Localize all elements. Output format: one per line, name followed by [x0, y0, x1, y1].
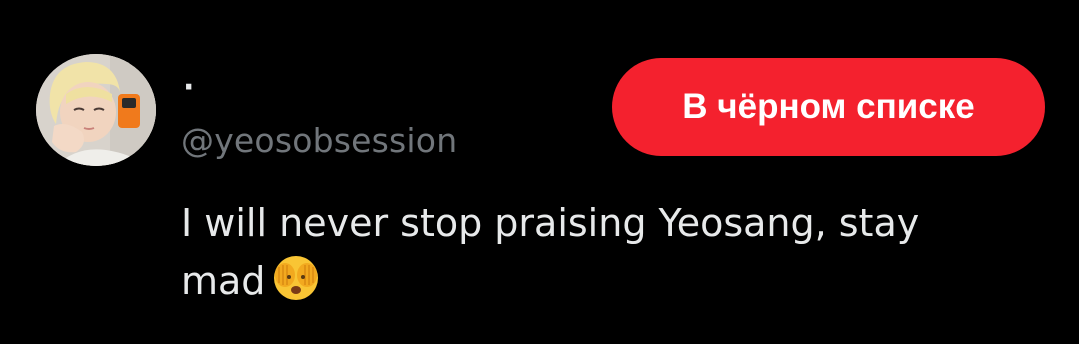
avatar[interactable]: [36, 54, 156, 166]
tweet-text: I will never stop praising Yeosang, stay…: [181, 194, 1001, 310]
user-handle[interactable]: @yeosobsession: [181, 120, 457, 162]
blocked-button-label: В чёрном списке: [682, 87, 975, 126]
display-name[interactable]: ·: [183, 70, 194, 106]
user-cell[interactable]: · @yeosobsession В чёрном списке I will …: [0, 0, 1079, 344]
avatar-photo: [36, 54, 156, 166]
face-with-open-eyes-and-hand-over-mouth-icon: [271, 253, 321, 303]
blocked-button[interactable]: В чёрном списке: [612, 58, 1045, 156]
